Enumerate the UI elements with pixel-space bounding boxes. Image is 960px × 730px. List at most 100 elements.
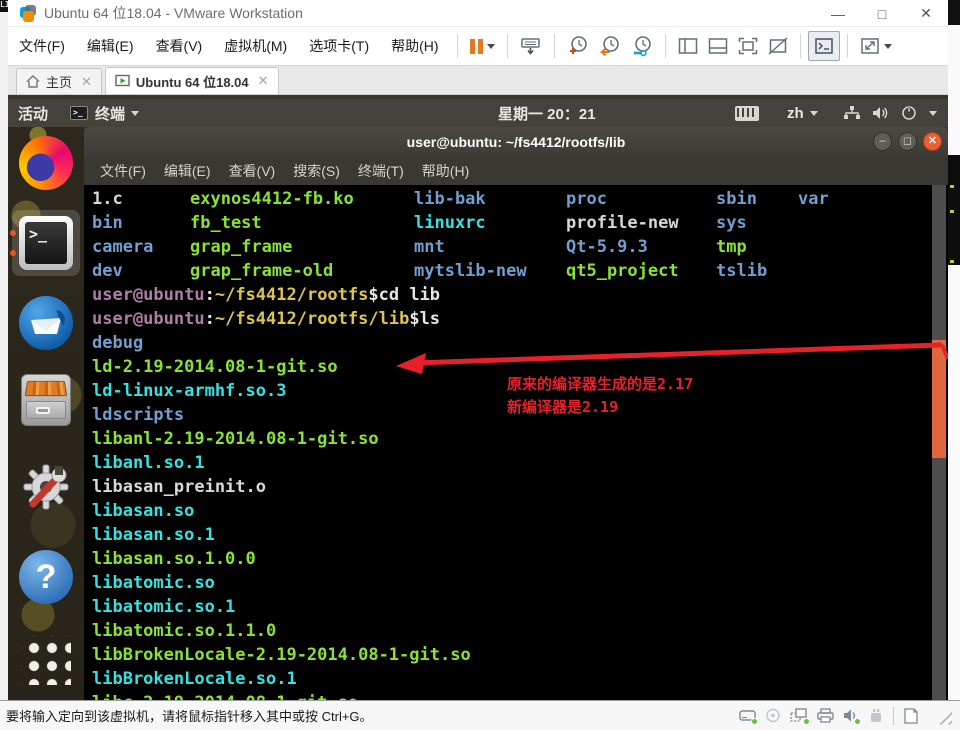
terminal-line: libatomic.so.1.1.0 xyxy=(92,619,948,643)
dock-item-files[interactable] xyxy=(19,373,73,427)
terminal-text: libatomic.so xyxy=(92,573,215,593)
printer-icon[interactable] xyxy=(817,708,834,723)
terminal-text: libBrokenLocale.so.1 xyxy=(92,669,297,689)
focused-app-menu[interactable]: >_ 终端 xyxy=(70,99,140,127)
terminal-menu-file[interactable]: 文件(F) xyxy=(100,161,146,181)
sound-icon[interactable] xyxy=(843,708,861,725)
dock-item-terminal[interactable]: >_ xyxy=(19,216,73,270)
ctrl-alt-del-icon xyxy=(520,38,540,55)
terminal-text: var xyxy=(798,189,829,209)
volume-icon xyxy=(871,99,889,127)
network-adapter-icon[interactable] xyxy=(790,708,810,725)
menu-edit[interactable]: 编辑(E) xyxy=(76,36,145,56)
close-button[interactable]: ✕ xyxy=(904,0,948,27)
ls-row: bin fb_test linuxrc profile-new sys xyxy=(92,211,948,235)
toolbar-separator xyxy=(456,34,458,58)
terminal-text: ~/fs4412/rootfs/lib xyxy=(214,309,410,329)
terminal-text: libc-2.19-2014.08-1-git.so xyxy=(92,691,358,700)
ls-row: camera grap_frame mnt Qt-5.9.3 tmp xyxy=(92,235,948,259)
terminal-text: $ xyxy=(409,309,420,329)
terminal-text: mnt xyxy=(414,237,445,257)
snapshot-manager-icon xyxy=(633,36,651,57)
scrollbar-thumb[interactable] xyxy=(932,340,946,458)
tab-ubuntu-vm[interactable]: Ubuntu 64 位18.04 ✕ xyxy=(104,67,279,94)
dock-item-show-applications[interactable] xyxy=(19,633,73,687)
keyboard-icon xyxy=(735,99,759,127)
menu-vm[interactable]: 虚拟机(M) xyxy=(213,36,298,56)
activities-button[interactable]: 活动 xyxy=(18,99,48,127)
clock[interactable]: 星期一 20：21 xyxy=(498,99,596,127)
terminal-text: $ xyxy=(368,285,379,305)
ls-row: dev grap_frame-old mytslib-new qt5_project t… xyxy=(92,259,948,283)
terminal-text: user@ubuntu xyxy=(92,285,205,305)
usb-icon[interactable] xyxy=(868,708,884,723)
revert-snapshot-button[interactable] xyxy=(594,31,626,61)
console-view-button[interactable] xyxy=(807,31,840,61)
vmware-statusbar: 要将输入定向到该虚拟机，请将鼠标指针移入其中或按 Ctrl+G。 xyxy=(0,700,960,730)
dock-item-help[interactable]: ? xyxy=(19,550,73,604)
menu-help[interactable]: 帮助(H) xyxy=(380,36,449,56)
terminal-content[interactable]: 1.c exynos4412-fb.ko lib-bak proc sbin var bin… xyxy=(84,185,948,700)
terminal-icon: >_ xyxy=(19,216,73,270)
tab-close-icon[interactable]: ✕ xyxy=(81,74,92,90)
terminal-text: libBrokenLocale-2.19-2014.08-1-git.so xyxy=(92,645,471,665)
message-log-icon[interactable] xyxy=(903,707,919,724)
terminal-text: debug xyxy=(92,333,144,353)
send-ctrl-alt-del-button[interactable] xyxy=(515,31,547,61)
dock-item-settings[interactable] xyxy=(19,460,73,514)
show-library-button[interactable] xyxy=(673,31,703,61)
hard-disk-icon[interactable] xyxy=(739,708,758,725)
terminal-menu-edit[interactable]: 编辑(E) xyxy=(164,161,211,181)
terminal-minimize-button[interactable]: – xyxy=(873,132,892,151)
tab-home[interactable]: 主页 ✕ xyxy=(16,68,102,94)
terminal-text: dev xyxy=(92,261,123,281)
toolbar-separator xyxy=(664,34,666,58)
terminal-line: libBrokenLocale.so.1 xyxy=(92,667,948,691)
input-language-menu[interactable]: zh xyxy=(787,99,818,127)
terminal-menu-search[interactable]: 搜索(S) xyxy=(293,161,340,181)
maximize-button[interactable]: □ xyxy=(860,0,904,27)
minimize-button[interactable]: — xyxy=(816,0,860,27)
menu-view[interactable]: 查看(V) xyxy=(145,36,214,56)
cd-rom-icon[interactable] xyxy=(765,708,781,723)
stretch-guest-button[interactable] xyxy=(855,31,897,61)
menu-file[interactable]: 文件(F) xyxy=(8,36,76,56)
dock-item-firefox[interactable] xyxy=(19,136,73,190)
snapshot-manager-button[interactable] xyxy=(626,31,658,61)
show-thumbnail-bar-button[interactable] xyxy=(703,31,733,61)
terminal-text: libanl.so.1 xyxy=(92,453,205,473)
chevron-down-icon xyxy=(131,110,140,116)
pause-vm-button[interactable] xyxy=(465,31,500,61)
terminal-line: user@ubuntu: ~/fs4412/rootfs/lib $ ls xyxy=(92,307,948,331)
terminal-text: libatomic.so.1 xyxy=(92,597,236,617)
terminal-text: libanl-2.19-2014.08-1-git.so xyxy=(92,429,379,449)
terminal-text: user@ubuntu xyxy=(92,309,205,329)
terminal-text: ldscripts xyxy=(92,405,185,425)
terminal-text: libasan.so.1.0.0 xyxy=(92,549,256,569)
terminal-text: tslib xyxy=(716,261,768,281)
terminal-close-button[interactable]: ✕ xyxy=(923,132,942,151)
terminal-maximize-button[interactable]: ◻ xyxy=(898,132,917,151)
resize-grip[interactable] xyxy=(934,706,952,725)
terminal-menu-help[interactable]: 帮助(H) xyxy=(422,161,469,181)
dock: >_ ? xyxy=(8,127,84,700)
terminal-menu-view[interactable]: 查看(V) xyxy=(229,161,276,181)
take-snapshot-button[interactable] xyxy=(562,31,594,61)
terminal-title: user@ubuntu: ~/fs4412/rootfs/lib xyxy=(406,134,626,150)
terminal-titlebar[interactable]: user@ubuntu: ~/fs4412/rootfs/lib – ◻ ✕ xyxy=(84,127,948,157)
terminal-text: libatomic.so.1.1.0 xyxy=(92,621,277,641)
system-menu-chevron[interactable] xyxy=(923,99,937,127)
terminal-text: tmp xyxy=(716,237,747,257)
terminal-line: libatomic.so xyxy=(92,571,948,595)
focused-app-name: 终端 xyxy=(95,105,126,123)
unity-mode-button[interactable] xyxy=(763,31,793,61)
dock-item-thunderbird[interactable] xyxy=(19,296,73,350)
terminal-line: libanl-2.19-2014.08-1-git.so xyxy=(92,427,948,451)
terminal-text: linuxrc xyxy=(414,213,486,233)
fullscreen-button[interactable] xyxy=(733,31,763,61)
menu-tabs[interactable]: 选项卡(T) xyxy=(298,36,380,56)
terminal-scrollbar[interactable] xyxy=(932,185,946,700)
terminal-menu-terminal[interactable]: 终端(T) xyxy=(358,161,404,181)
running-indicator-dots xyxy=(10,230,16,256)
tab-close-icon[interactable]: ✕ xyxy=(258,73,269,89)
